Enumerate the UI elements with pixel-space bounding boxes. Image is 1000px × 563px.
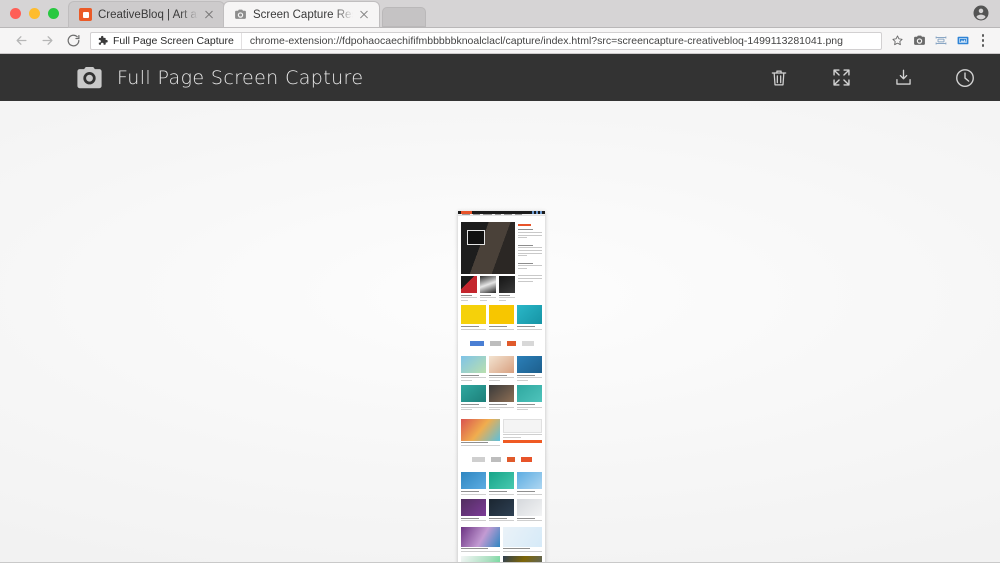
star-icon[interactable] <box>886 30 908 52</box>
reload-icon[interactable] <box>60 28 86 54</box>
tab-creativebloq[interactable]: CreativeBloq | Art and Design <box>69 2 224 27</box>
blue-extension-icon[interactable] <box>952 30 974 52</box>
close-icon[interactable] <box>202 8 216 22</box>
arrow-back-icon[interactable] <box>8 28 34 54</box>
camera-icon <box>234 8 247 21</box>
mini-card-grid-4 <box>458 499 545 523</box>
mini-logo-strip-2 <box>458 453 545 466</box>
camera-icon[interactable] <box>908 30 930 52</box>
kebab-menu-icon[interactable] <box>974 30 992 52</box>
mini-hero-row <box>458 222 545 302</box>
new-tab-button[interactable] <box>382 7 426 27</box>
extension-badge-label: Full Page Screen Capture <box>113 34 234 47</box>
mini-sidebar <box>517 222 542 302</box>
puzzle-piece-icon <box>97 35 108 46</box>
close-icon[interactable] <box>357 8 371 22</box>
zoom-window-button[interactable] <box>48 8 59 19</box>
window-controls <box>0 8 69 27</box>
tab-list: CreativeBloq | Art and Design Screen Cap… <box>69 0 426 27</box>
mini-feature-row <box>458 418 545 448</box>
mini-promo-row <box>458 305 545 331</box>
toolbar-icons <box>886 30 992 52</box>
capture-thumbnail[interactable] <box>458 211 545 562</box>
screen-frame-icon[interactable] <box>930 30 952 52</box>
app-header-actions <box>766 65 978 91</box>
mini-editorial-row-2 <box>458 556 545 562</box>
account-circle-icon[interactable] <box>972 4 990 22</box>
camera-icon <box>76 66 103 89</box>
mini-logo-strip <box>458 337 545 350</box>
tab-title: Screen Capture Result <box>253 8 353 21</box>
tab-strip: CreativeBloq | Art and Design Screen Cap… <box>0 0 1000 28</box>
creativebloq-favicon <box>79 8 92 21</box>
expand-arrows-icon[interactable] <box>828 65 854 91</box>
download-icon[interactable] <box>890 65 916 91</box>
tab-screen-capture-result[interactable]: Screen Capture Result <box>224 2 379 27</box>
address-bar[interactable]: Full Page Screen Capture chrome-extensio… <box>90 31 882 50</box>
app-brand: Full Page Screen Capture <box>76 66 364 89</box>
mini-card-grid-1 <box>458 356 545 382</box>
page-title: Full Page Screen Capture <box>117 66 364 89</box>
tab-title: CreativeBloq | Art and Design <box>98 8 198 21</box>
minimize-window-button[interactable] <box>29 8 40 19</box>
browser-toolbar: Full Page Screen Capture chrome-extensio… <box>0 28 1000 54</box>
extension-badge[interactable]: Full Page Screen Capture <box>91 32 242 49</box>
app-header: Full Page Screen Capture <box>0 54 1000 101</box>
capture-canvas <box>0 101 1000 563</box>
browser-window: CreativeBloq | Art and Design Screen Cap… <box>0 0 1000 563</box>
mini-card-grid-3 <box>458 472 545 496</box>
trash-icon[interactable] <box>766 65 792 91</box>
arrow-forward-icon[interactable] <box>34 28 60 54</box>
mini-card-grid-2 <box>458 385 545 411</box>
mini-site-nav <box>458 214 545 217</box>
mini-editorial-row-1 <box>458 526 545 554</box>
url-text[interactable]: chrome-extension://fdpohaocaechififmbbbb… <box>242 35 851 47</box>
clock-history-icon[interactable] <box>952 65 978 91</box>
close-window-button[interactable] <box>10 8 21 19</box>
